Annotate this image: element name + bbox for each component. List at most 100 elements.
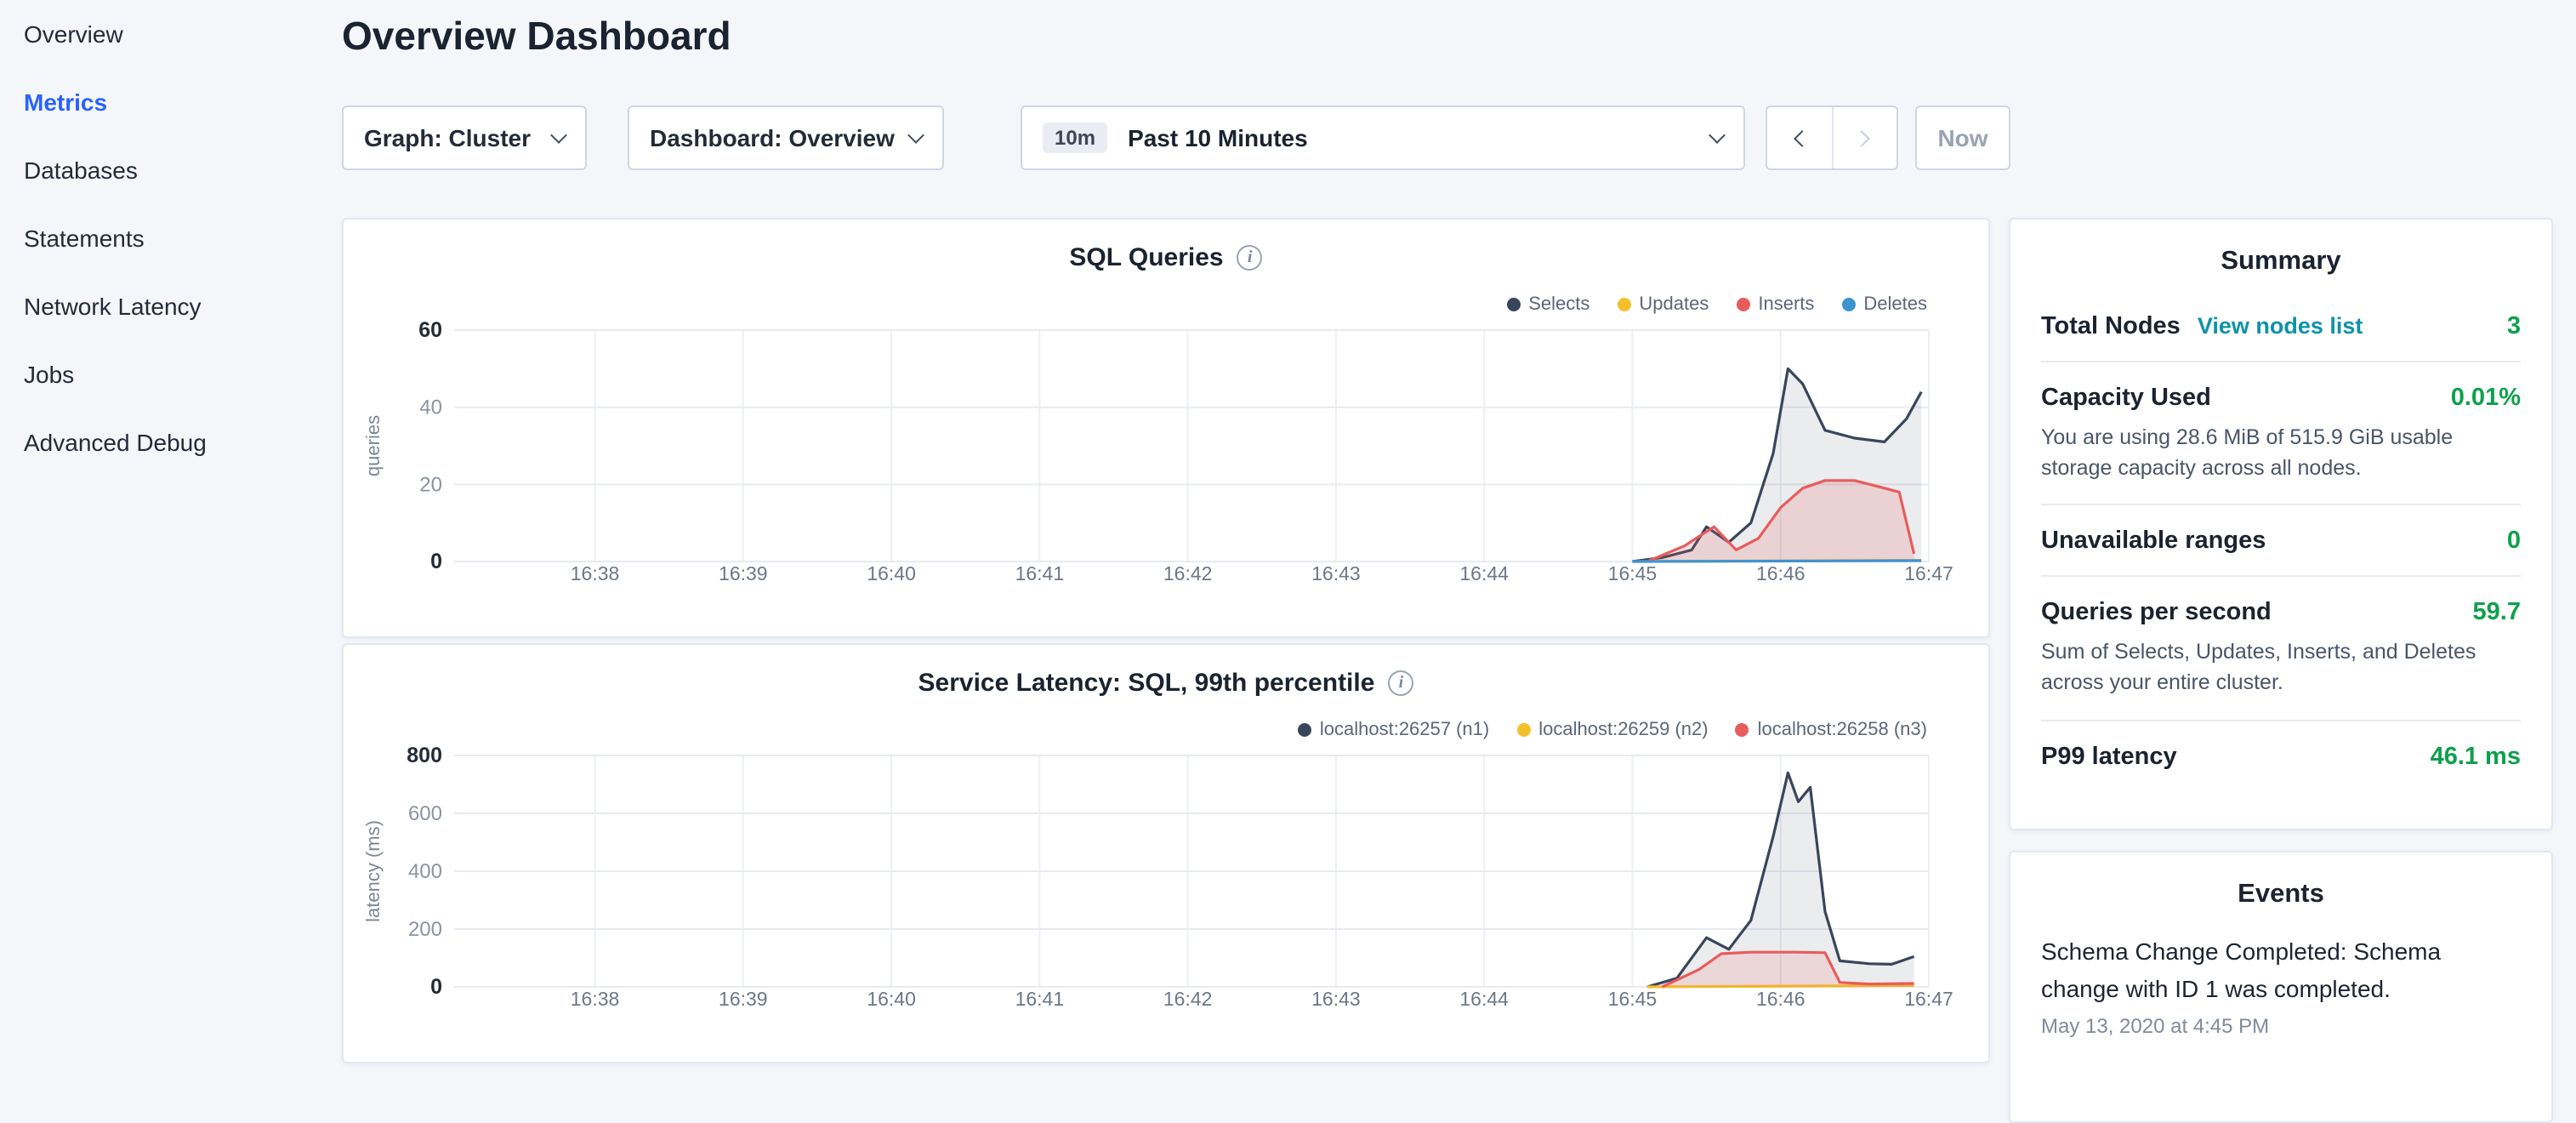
legend-item: localhost:26258 (n3) <box>1736 720 1927 740</box>
summary-value: 0.01% <box>2451 385 2521 412</box>
chart-header: Service Latency: SQL, 99th percentile <box>344 669 1988 698</box>
chevron-right-icon <box>1854 129 1871 146</box>
now-button[interactable]: Now <box>1915 105 2010 170</box>
legend-dot-icon <box>1841 298 1855 311</box>
svg-text:20: 20 <box>419 473 442 496</box>
summary-note: Sum of Selects, Updates, Inserts, and De… <box>2041 637 2521 699</box>
svg-text:16:45: 16:45 <box>1608 562 1658 584</box>
legend-item: Selects <box>1506 294 1589 315</box>
legend-dot-icon <box>1506 298 1520 311</box>
svg-text:16:46: 16:46 <box>1756 562 1805 584</box>
chevron-down-icon <box>907 127 924 144</box>
time-window-label: Past 10 Minutes <box>1128 124 1308 151</box>
summary-label: P99 latency <box>2041 743 2177 770</box>
legend-item: localhost:26257 (n1) <box>1298 720 1489 740</box>
legend-dot-icon <box>1736 723 1749 737</box>
sidebar-item-statements[interactable]: Statements <box>0 204 340 272</box>
svg-text:16:41: 16:41 <box>1015 562 1065 584</box>
info-icon[interactable] <box>1237 245 1263 271</box>
legend-dot-icon <box>1617 298 1630 311</box>
service-latency-chart: 16:3816:3916:4016:4116:4216:4316:4416:45… <box>344 740 1992 1029</box>
legend-label: localhost:26257 (n1) <box>1320 720 1489 740</box>
svg-text:16:40: 16:40 <box>867 562 916 584</box>
summary-label: Unavailable ranges <box>2041 528 2266 556</box>
legend-label: Inserts <box>1758 294 1814 315</box>
sidebar: Overview Metrics Databases Statements Ne… <box>0 0 340 1052</box>
time-range-dropdown[interactable]: 10m Past 10 Minutes <box>1021 105 1745 170</box>
legend-label: Deletes <box>1863 294 1927 315</box>
chevron-down-icon <box>1709 127 1726 144</box>
summary-panel: Summary Total Nodes View nodes list 3 Ca… <box>2009 218 2553 830</box>
svg-text:16:44: 16:44 <box>1459 562 1509 584</box>
time-step-buttons <box>1766 105 1898 170</box>
events-panel: Events Schema Change Completed: Schema c… <box>2009 851 2553 1123</box>
summary-row-queries-per-second: Queries per second 59.7 Sum of Selects, … <box>2041 578 2521 721</box>
legend-dot-icon <box>1516 723 1530 737</box>
graph-scope-label: Graph: Cluster <box>364 124 531 151</box>
legend-item: localhost:26259 (n2) <box>1516 720 1708 740</box>
chart-legend: Selects Updates Inserts Deletes <box>1506 294 1927 315</box>
main-content: Overview Dashboard Graph: Cluster Dashbo… <box>340 0 2576 1052</box>
legend-dot-icon <box>1298 723 1311 737</box>
chevron-down-icon <box>550 127 567 144</box>
svg-text:16:41: 16:41 <box>1015 988 1065 1010</box>
legend-item: Updates <box>1617 294 1709 315</box>
summary-value: 46.1 ms <box>2431 743 2521 770</box>
chart-title: SQL Queries <box>1069 243 1223 272</box>
sidebar-item-databases[interactable]: Databases <box>0 136 340 204</box>
svg-text:0: 0 <box>430 550 442 573</box>
view-nodes-list-link[interactable]: View nodes list <box>2198 313 2363 339</box>
legend-item: Deletes <box>1841 294 1927 315</box>
time-step-back-button[interactable] <box>1767 107 1832 168</box>
time-step-forward-button[interactable] <box>1832 107 1896 168</box>
svg-text:16:47: 16:47 <box>1904 988 1953 1010</box>
svg-text:16:42: 16:42 <box>1163 988 1213 1010</box>
chart-title: Service Latency: SQL, 99th percentile <box>918 669 1375 698</box>
chart-legend: localhost:26257 (n1) localhost:26259 (n2)… <box>1298 720 1927 740</box>
chart-header: SQL Queries <box>344 243 1988 272</box>
sidebar-item-network-latency[interactable]: Network Latency <box>0 272 340 340</box>
event-timestamp: May 13, 2020 at 4:45 PM <box>2041 1015 2521 1039</box>
summary-row-capacity-used: Capacity Used 0.01% You are using 28.6 M… <box>2041 362 2521 506</box>
legend-dot-icon <box>1736 298 1749 311</box>
sidebar-item-overview[interactable]: Overview <box>0 0 340 68</box>
svg-text:16:42: 16:42 <box>1163 562 1213 584</box>
summary-label: Total Nodes <box>2041 313 2181 340</box>
chart-panel-service-latency: Service Latency: SQL, 99th percentile lo… <box>342 643 1990 1063</box>
svg-text:16:39: 16:39 <box>719 562 768 584</box>
sidebar-item-jobs[interactable]: Jobs <box>0 340 340 408</box>
svg-text:60: 60 <box>418 318 442 342</box>
legend-label: Selects <box>1528 294 1589 315</box>
svg-text:16:44: 16:44 <box>1459 988 1509 1010</box>
graph-scope-dropdown[interactable]: Graph: Cluster <box>342 105 587 170</box>
svg-text:queries: queries <box>362 415 384 476</box>
sidebar-item-metrics[interactable]: Metrics <box>0 68 340 136</box>
events-title: Events <box>2041 880 2521 910</box>
svg-text:16:39: 16:39 <box>719 988 768 1010</box>
summary-value: 0 <box>2507 528 2521 556</box>
chevron-left-icon <box>1794 129 1811 146</box>
svg-text:0: 0 <box>430 975 442 999</box>
svg-text:40: 40 <box>419 396 442 419</box>
svg-text:200: 200 <box>408 918 442 941</box>
time-window-badge: 10m <box>1043 123 1107 153</box>
svg-text:600: 600 <box>408 802 442 825</box>
summary-note: You are using 28.6 MiB of 515.9 GiB usab… <box>2041 422 2521 484</box>
legend-item: Inserts <box>1736 294 1814 315</box>
legend-label: localhost:26259 (n2) <box>1538 720 1708 740</box>
svg-text:16:46: 16:46 <box>1756 988 1805 1010</box>
svg-text:16:45: 16:45 <box>1608 988 1658 1010</box>
svg-text:latency (ms): latency (ms) <box>362 820 384 922</box>
chart-panel-sql-queries: SQL Queries Selects Updates Inserts Deletes… <box>342 218 1990 638</box>
legend-label: Updates <box>1639 294 1709 315</box>
summary-value: 59.7 <box>2473 600 2521 627</box>
svg-text:16:43: 16:43 <box>1311 562 1361 584</box>
summary-title: Summary <box>2041 247 2521 277</box>
app: Overview Metrics Databases Statements Ne… <box>0 0 2576 1052</box>
dashboard-dropdown[interactable]: Dashboard: Overview <box>628 105 944 170</box>
summary-label: Capacity Used <box>2041 385 2211 412</box>
info-icon[interactable] <box>1388 670 1413 696</box>
sidebar-item-advanced-debug[interactable]: Advanced Debug <box>0 408 340 476</box>
svg-text:400: 400 <box>408 860 442 883</box>
svg-text:16:43: 16:43 <box>1311 988 1361 1010</box>
